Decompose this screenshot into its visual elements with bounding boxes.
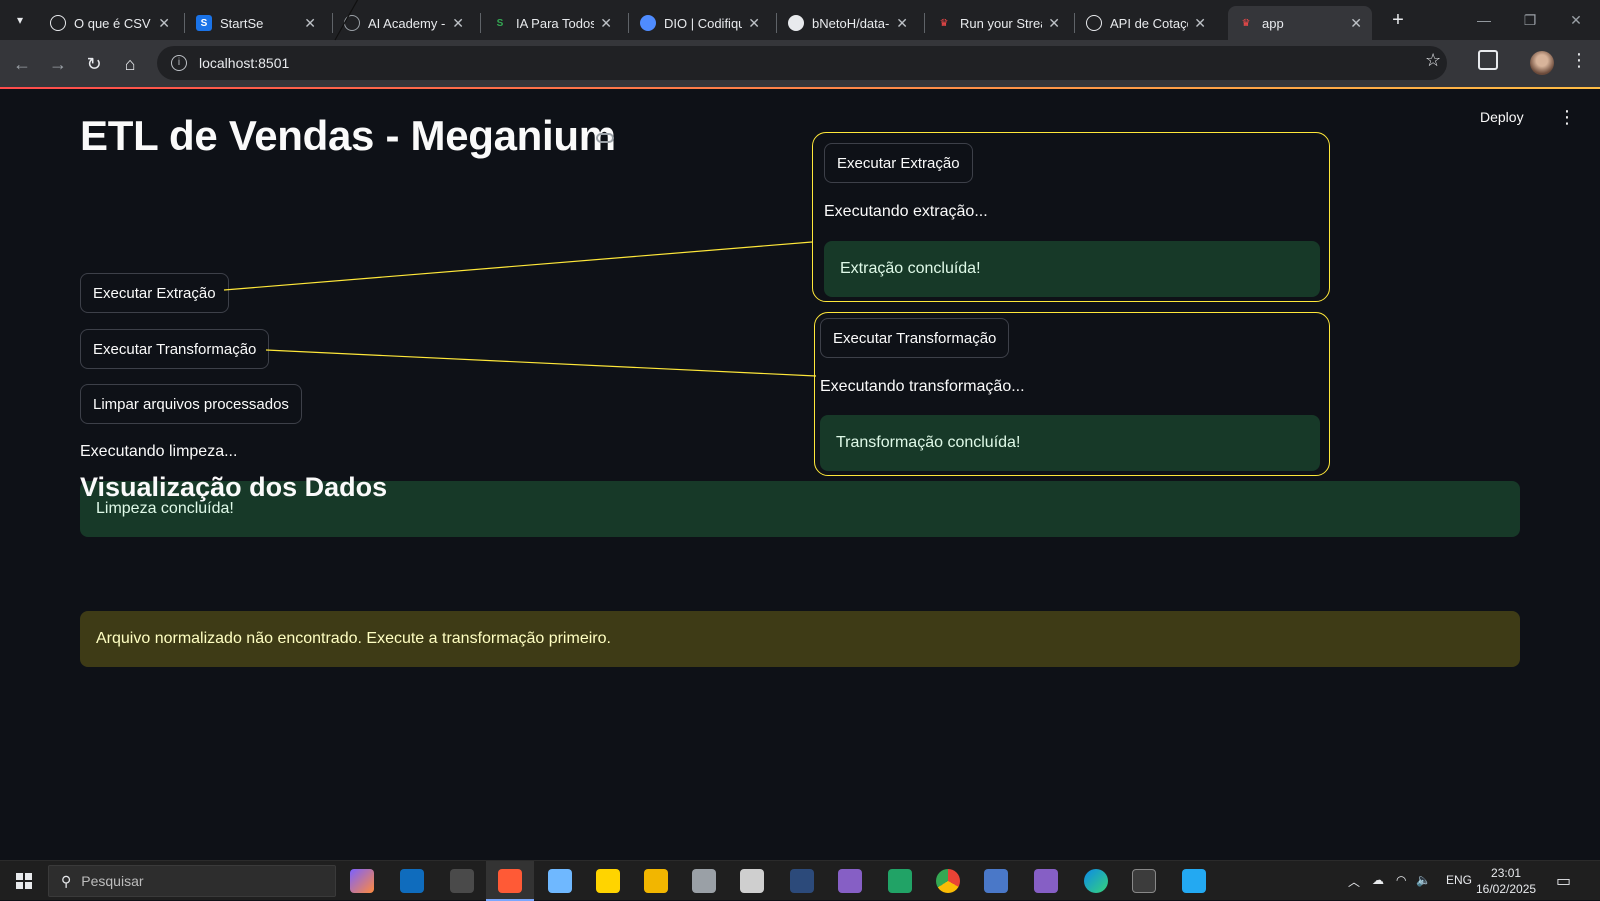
- annotation-connector-lines: [223, 0, 817, 377]
- taskbar-search-box[interactable]: ⚲ Pesquisar: [48, 865, 336, 897]
- wifi-icon[interactable]: ◠: [1396, 873, 1406, 887]
- extract-callout: Executar Extração Executando extração...…: [812, 132, 1330, 302]
- windows-start-icon[interactable]: [16, 873, 32, 889]
- notifications-icon[interactable]: ▭: [1556, 871, 1571, 891]
- database-icon[interactable]: [740, 869, 764, 893]
- callout-transform-button[interactable]: Executar Transformação: [820, 318, 1010, 358]
- file-explorer-icon[interactable]: [644, 869, 668, 893]
- chrome-icon[interactable]: [936, 869, 960, 893]
- edge-icon[interactable]: [1084, 869, 1108, 893]
- sticky-notes-icon[interactable]: [596, 869, 620, 893]
- visual-studio-icon[interactable]: [838, 869, 862, 893]
- copilot-icon[interactable]: [350, 869, 374, 893]
- tray-chevron-icon[interactable]: ︿: [1348, 873, 1360, 890]
- calculator-icon[interactable]: [450, 869, 474, 893]
- mysql-workbench-icon[interactable]: [790, 869, 814, 893]
- extract-connector-line: [223, 241, 813, 291]
- transform-callout: Executar Transformação Executando transf…: [814, 312, 1330, 476]
- callout-extract-button[interactable]: Executar Extração: [824, 143, 973, 183]
- search-placeholder: Pesquisar: [81, 873, 144, 889]
- vscode-icon[interactable]: [1182, 869, 1206, 893]
- language-indicator[interactable]: ENG: [1446, 873, 1472, 887]
- transform-connector-line: [265, 349, 817, 377]
- visual-studio-2-icon[interactable]: [1034, 869, 1058, 893]
- volume-muted-icon[interactable]: 🔈: [1416, 873, 1431, 887]
- terminal-icon[interactable]: [1132, 869, 1156, 893]
- clock-date: 16/02/2025: [1476, 882, 1537, 896]
- extract-success-alert: Extração concluída!: [824, 241, 1320, 297]
- notepad-icon[interactable]: [548, 869, 572, 893]
- windows-taskbar: ⚲ Pesquisar ︿ ☁ ◠ 🔈 ENG 23:01 16/02/2025…: [0, 860, 1600, 901]
- snipping-tool-icon[interactable]: [498, 869, 522, 893]
- virtualbox-icon[interactable]: [692, 869, 716, 893]
- transform-status-text: Executando transformação...: [820, 378, 1025, 395]
- transform-success-alert: Transformação concluída!: [820, 415, 1320, 471]
- taskbar-clock[interactable]: 23:01 16/02/2025: [1476, 865, 1536, 897]
- extract-status-text: Executando extração...: [824, 203, 988, 220]
- clock-time: 23:01: [1491, 866, 1522, 880]
- search-icon: ⚲: [61, 872, 72, 889]
- outlook-icon[interactable]: [400, 869, 424, 893]
- remote-desktop-icon[interactable]: [984, 869, 1008, 893]
- excel-icon[interactable]: [888, 869, 912, 893]
- onedrive-icon[interactable]: ☁: [1372, 873, 1384, 887]
